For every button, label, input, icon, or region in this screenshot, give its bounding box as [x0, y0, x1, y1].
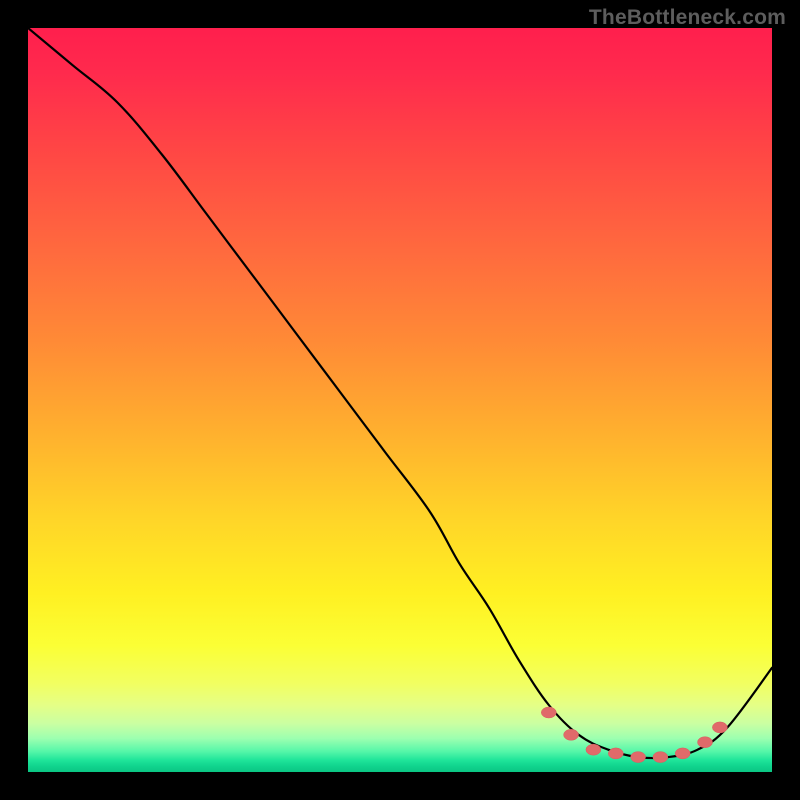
highlight-dot [653, 752, 668, 763]
chart-stage: TheBottleneck.com [0, 0, 800, 800]
highlight-dot [608, 748, 623, 759]
bottleneck-curve [28, 28, 772, 758]
curve-layer [28, 28, 772, 772]
highlight-dot [698, 737, 713, 748]
watermark-text: TheBottleneck.com [589, 6, 786, 30]
highlight-dot [541, 707, 556, 718]
highlight-dots [541, 707, 727, 763]
highlight-dot [564, 729, 579, 740]
highlight-dot [586, 744, 601, 755]
plot-area [28, 28, 772, 772]
highlight-dot [675, 748, 690, 759]
highlight-dot [631, 752, 646, 763]
highlight-dot [712, 722, 727, 733]
